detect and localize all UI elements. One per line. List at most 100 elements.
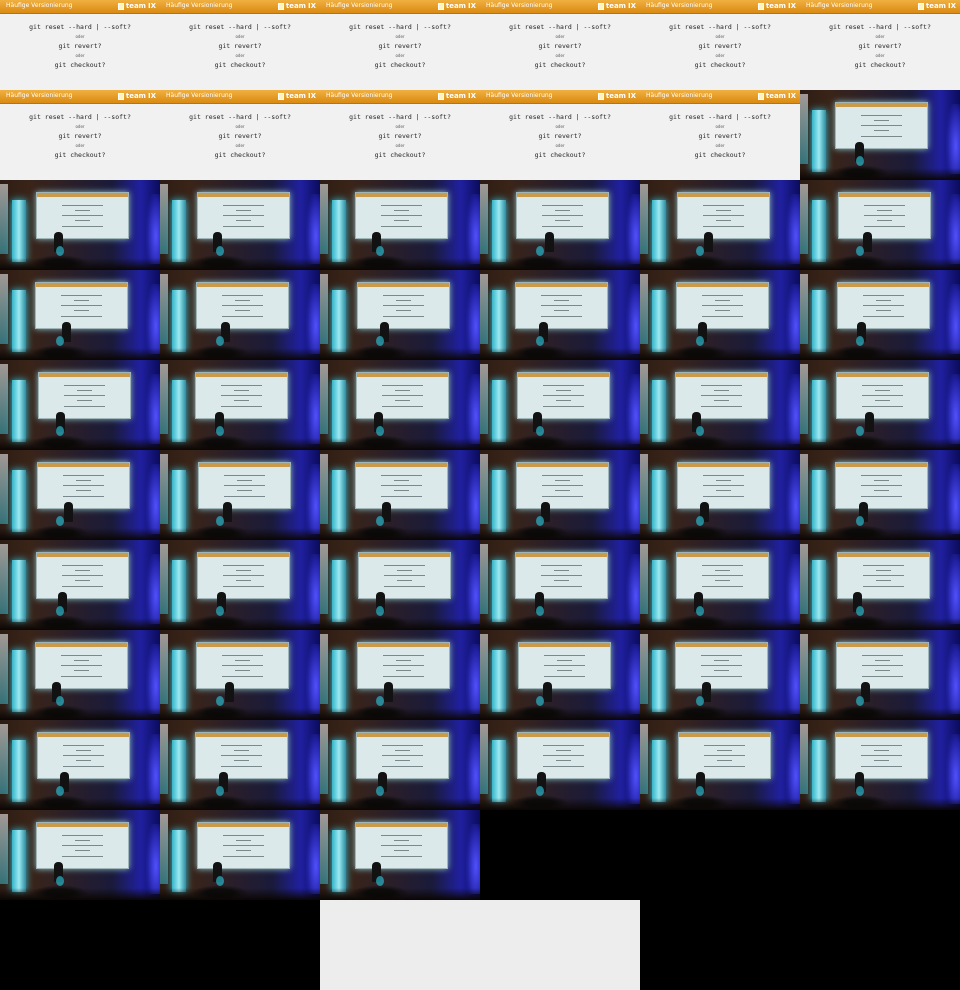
thumbnail-photo[interactable] (0, 360, 160, 450)
thumbnail-photo[interactable] (320, 810, 480, 900)
thumbnail-slide[interactable]: Häufige Versionierung team IX git reset --h… (480, 0, 640, 90)
stage-pillar-cyan (12, 380, 26, 442)
thumbnail-photo[interactable] (320, 720, 480, 810)
thumbnail-slide[interactable]: Häufige Versionierung team IX git reset --h… (480, 90, 640, 180)
thumbnail-photo[interactable] (320, 540, 480, 630)
thumbnail-photo[interactable] (160, 360, 320, 450)
slide-header-bar: Häufige Versionierung team IX (160, 0, 320, 14)
screen-text-line (380, 205, 422, 206)
or-label: oder (235, 143, 245, 148)
logo-text: team (925, 2, 946, 10)
thumbnail-photo[interactable] (640, 270, 800, 360)
thumbnail-photo[interactable] (640, 540, 800, 630)
thumbnail-slide[interactable]: Häufige Versionierung team IX git reset --h… (320, 90, 480, 180)
screen-header-strip (677, 193, 769, 197)
thumbnail-blank[interactable] (320, 900, 480, 990)
thumbnail-photo[interactable] (0, 270, 160, 360)
thumbnail-photo[interactable] (480, 360, 640, 450)
screen-text-line (703, 745, 745, 746)
projection-screen (196, 552, 290, 599)
screen-text-line (702, 575, 743, 576)
cmd-reset: git reset --hard | --soft? (349, 113, 451, 121)
thumbnail-slide[interactable]: Häufige Versionierung team IX git reset --h… (0, 90, 160, 180)
thumbnail-photo[interactable] (480, 720, 640, 810)
thumbnail-photo[interactable] (800, 540, 960, 630)
thumbnail-photo[interactable] (480, 180, 640, 270)
thumbnail-photo[interactable] (160, 720, 320, 810)
screen-text-line (542, 755, 584, 756)
thumbnail-photo[interactable] (480, 630, 640, 720)
projection-screen (515, 192, 609, 239)
screen-text-line (396, 570, 412, 571)
logo-text: team (765, 2, 786, 10)
thumbnail-slide[interactable]: Häufige Versionierung team IX git reset --h… (160, 90, 320, 180)
screen-text-line (381, 745, 423, 746)
thumbnail-photo[interactable] (160, 810, 320, 900)
thumbnail-tig[interactable]: Castle, Genehmesis FrontendteamIX • tig (800, 810, 960, 900)
screen-text-line (63, 406, 105, 407)
thumbnail-tig[interactable]: Castle, Genehmesis FrontendteamIX • tig (0, 900, 160, 990)
screen-text-line (382, 406, 423, 407)
thumbnail-photo[interactable] (800, 180, 960, 270)
thumbnail-photo[interactable] (0, 180, 160, 270)
thumbnail-photo[interactable] (0, 720, 160, 810)
thumbnail-photo[interactable] (640, 180, 800, 270)
speaker-silhouette (223, 502, 232, 522)
screen-text-line (223, 485, 265, 486)
thumbnail-slide[interactable]: Häufige Versionierung team IX git reset --h… (640, 90, 800, 180)
thumbnail-photo[interactable] (480, 270, 640, 360)
thumbnail-photo[interactable] (640, 630, 800, 720)
slide-footer (480, 84, 640, 89)
thumbnail-photo[interactable] (320, 450, 480, 540)
thumbnail-photo[interactable] (320, 270, 480, 360)
thumbnail-tig[interactable]: Castle, Genehmesis FrontendteamIX • tig (480, 810, 640, 900)
thumbnail-photo[interactable] (320, 180, 480, 270)
thumbnail-photo[interactable] (800, 450, 960, 540)
stage-light-left (480, 274, 488, 344)
screen-header-strip (198, 463, 290, 467)
thumbnail-slide[interactable]: Häufige Versionierung team IX git reset --h… (0, 0, 160, 90)
stage-light-blue (626, 644, 640, 714)
thumbnail-photo[interactable] (640, 720, 800, 810)
thumbnail-photo[interactable] (800, 720, 960, 810)
thumbnail-photo[interactable] (800, 360, 960, 450)
slide-body: git reset --hard | --soft? oder git revert… (480, 22, 640, 70)
thumbnail-slide[interactable]: Häufige Versionierung team IX git reset --h… (320, 0, 480, 90)
thumbnail-photo[interactable] (640, 360, 800, 450)
logo-mark-icon (757, 2, 764, 10)
thumbnail-slide[interactable]: Häufige Versionierung team IX git reset --h… (800, 0, 960, 90)
thumbnail-photo[interactable] (320, 360, 480, 450)
screen-text-line (76, 400, 92, 401)
thumbnail-tig[interactable]: Castle, Genehmesis FrontendteamIX • tig (640, 810, 800, 900)
thumbnail-tig[interactable]: Castle, Genehmesis FrontendteamIX • tig (160, 900, 320, 990)
screen-header-strip (516, 553, 607, 557)
thumbnail-terminal[interactable] (800, 900, 960, 990)
thumbnail-slide[interactable]: Häufige Versionierung team IX git reset --h… (160, 0, 320, 90)
thumbnail-photo[interactable] (800, 90, 960, 180)
thumbnail-photo[interactable] (800, 270, 960, 360)
thumbnail-photo[interactable] (320, 630, 480, 720)
thumbnail-blank[interactable] (480, 900, 640, 990)
screen-header-strip (835, 463, 927, 467)
thumbnail-photo[interactable] (160, 180, 320, 270)
or-label: oder (875, 34, 885, 39)
thumbnail-photo[interactable] (480, 540, 640, 630)
screen-text-line (63, 385, 105, 386)
thumbnail-photo[interactable] (480, 450, 640, 540)
thumbnail-photo[interactable] (160, 540, 320, 630)
thumbnail-slide[interactable]: Häufige Versionierung team IX git reset --h… (640, 0, 800, 90)
thumbnail-photo[interactable] (0, 450, 160, 540)
thumbnail-photo[interactable] (0, 540, 160, 630)
screen-text-line (555, 760, 571, 761)
thumbnail-photo[interactable] (800, 630, 960, 720)
thumbnail-photo[interactable] (0, 630, 160, 720)
thumbnail-photo[interactable] (160, 270, 320, 360)
thumbnail-photo[interactable] (160, 630, 320, 720)
podium-glow (536, 516, 544, 526)
thumbnail-photo[interactable] (640, 450, 800, 540)
thumbnail-terminal[interactable] (640, 900, 800, 990)
screen-text-line (221, 406, 262, 407)
thumbnail-photo[interactable] (0, 810, 160, 900)
audience-floor (480, 708, 640, 720)
thumbnail-photo[interactable] (160, 450, 320, 540)
